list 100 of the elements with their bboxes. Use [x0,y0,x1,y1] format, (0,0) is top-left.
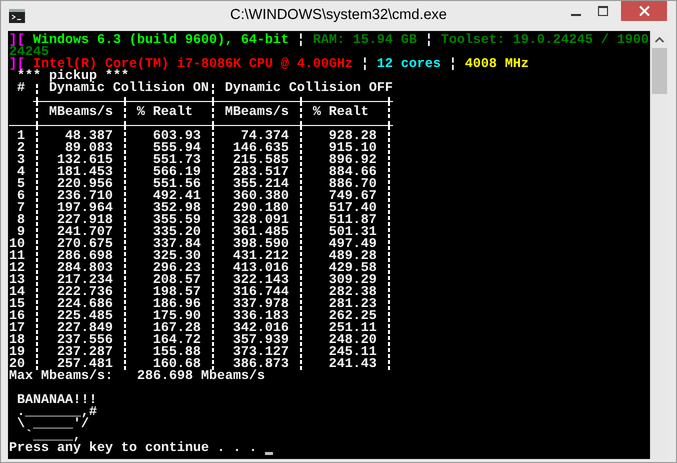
scrollbar-thumb[interactable] [652,48,667,94]
table-cell-text: 360.380 [232,191,290,203]
table-cell-text: 146.635 [232,143,290,155]
row-number: 11 [9,251,25,263]
ascii-art-text: \ _____'/ [16,419,89,431]
summary-label: Max Mbeams/s: [9,371,114,383]
table-cell-text: 270.675 [56,239,114,251]
table-cell-text: 160.68 [152,359,202,371]
row-number: 20 [9,359,25,371]
row-number: 3 [16,155,25,167]
column-group-header: Dynamic Collision OFF [224,83,393,95]
row-number: 9 [16,227,25,239]
index-header: # [16,83,26,95]
table-cell-text: 251.11 [328,323,378,335]
table-cell-text: 241.707 [56,227,114,239]
table-cell-text: 489.28 [328,251,378,263]
table-cell-text: 501.31 [328,227,378,239]
row-number: 2 [16,143,25,155]
console-text: ][ [9,59,25,71]
table-cell-text: 555.94 [152,143,202,155]
console-text: Intel(R) Core(TM) i7-8086K CPU @ 4.00GHz [32,59,353,71]
chevron-up-icon [655,36,664,42]
table-cell-text: 413.016 [232,263,290,275]
row-number: 4 [16,167,25,179]
table-cell-text: 283.517 [232,167,290,179]
table-cell-text: 603.93 [152,131,202,143]
row-number: 12 [9,263,25,275]
console-text: Windows 6.3 (build 9600), 64-bit [32,35,289,47]
table-cell-text: 915.10 [328,143,378,155]
table-cell-text: 551.73 [152,155,202,167]
table-cell-text: 197.964 [56,203,114,215]
table-cell-text: 336.183 [232,311,290,323]
table-cell-text: 309.29 [328,275,378,287]
table-cell-text: 167.28 [152,323,202,335]
table-cell-text: 429.58 [328,263,378,275]
summary-value: 286.698 Mbeams/s [136,371,265,383]
table-cell-text: 361.485 [232,227,290,239]
table-cell-text: 208.57 [152,275,202,287]
table-cell-text: 886.70 [328,179,378,191]
row-number: 5 [16,179,25,191]
table-cell-text: 355.214 [232,179,290,191]
table-cell-text: 290.180 [232,203,290,215]
table-cell-text: 749.67 [328,191,378,203]
table-cell-text: 281.23 [328,299,378,311]
table-cell-text: 431.212 [232,251,290,263]
row-number: 10 [9,239,25,251]
table-cell-text: 551.56 [152,179,202,191]
prompt-text: Press any key to continue . . . [9,443,257,455]
table-cell-text: 316.744 [232,287,290,299]
table-cell-text: 325.30 [152,251,202,263]
console-text: RAM: 15.94 GB [312,35,417,47]
table-cell-text: 48.387 [64,131,114,143]
window-title: C:\WINDOWS\system32\cmd.exe [230,7,447,23]
console-text: ¦ [360,59,369,71]
column-header: % Realt [136,107,194,119]
row-number: 6 [16,191,25,203]
table-cell-text: 517.40 [328,203,378,215]
table-cell-text: 89.083 [64,143,114,155]
console-text: ¦ [424,35,433,47]
row-number: 14 [9,287,25,299]
table-cell-text: 373.127 [232,347,290,359]
table-cell-text: 74.374 [240,131,290,143]
console-text: 4008 MHz [464,59,529,71]
table-cell-text: 511.87 [328,215,378,227]
console-text: ¦ [448,59,457,71]
minimize-icon [570,14,580,16]
table-cell-text: 492.41 [152,191,202,203]
close-icon [638,6,650,16]
table-cell-text: 296.23 [152,263,202,275]
column-header: % Realt [312,107,370,119]
row-number: 15 [9,299,25,311]
row-number: 13 [9,275,25,287]
table-cell-text: 352.98 [152,203,202,215]
table-cell-text: 497.49 [328,239,378,251]
table-cell-text: 220.956 [56,179,114,191]
row-number: 1 [16,131,25,143]
table-cell-text: 227.918 [56,215,114,227]
table-cell-text: 186.96 [152,299,202,311]
ascii-art-text: BANANAA!!! [16,395,97,407]
table-cell-text: 284.803 [56,263,114,275]
table-cell-text: 198.57 [152,287,202,299]
text-cursor [264,452,273,455]
table-cell-text: 225.485 [56,311,114,323]
row-number: 18 [9,335,25,347]
table-cell-text: 282.38 [328,287,378,299]
console-text: Toolset: 19.0.24245 / 1900 [440,35,649,47]
table-cell-text: 262.25 [328,311,378,323]
table-cell-text: 398.590 [232,239,290,251]
table-cell-text: 928.28 [328,131,378,143]
close-button[interactable] [621,1,667,21]
table-cell-text: 236.710 [56,191,114,203]
table-cell-text: 175.90 [152,311,202,323]
row-number: 16 [9,311,25,323]
table-cell-text: 342.016 [232,323,290,335]
table-cell-text: 241.43 [328,359,378,371]
console-text: ][ [9,35,25,47]
table-cell-text: 286.698 [56,251,114,263]
table-cell-text: 215.585 [232,155,290,167]
table-cell-text: 357.939 [232,335,290,347]
console-text: ¦ [296,35,305,47]
